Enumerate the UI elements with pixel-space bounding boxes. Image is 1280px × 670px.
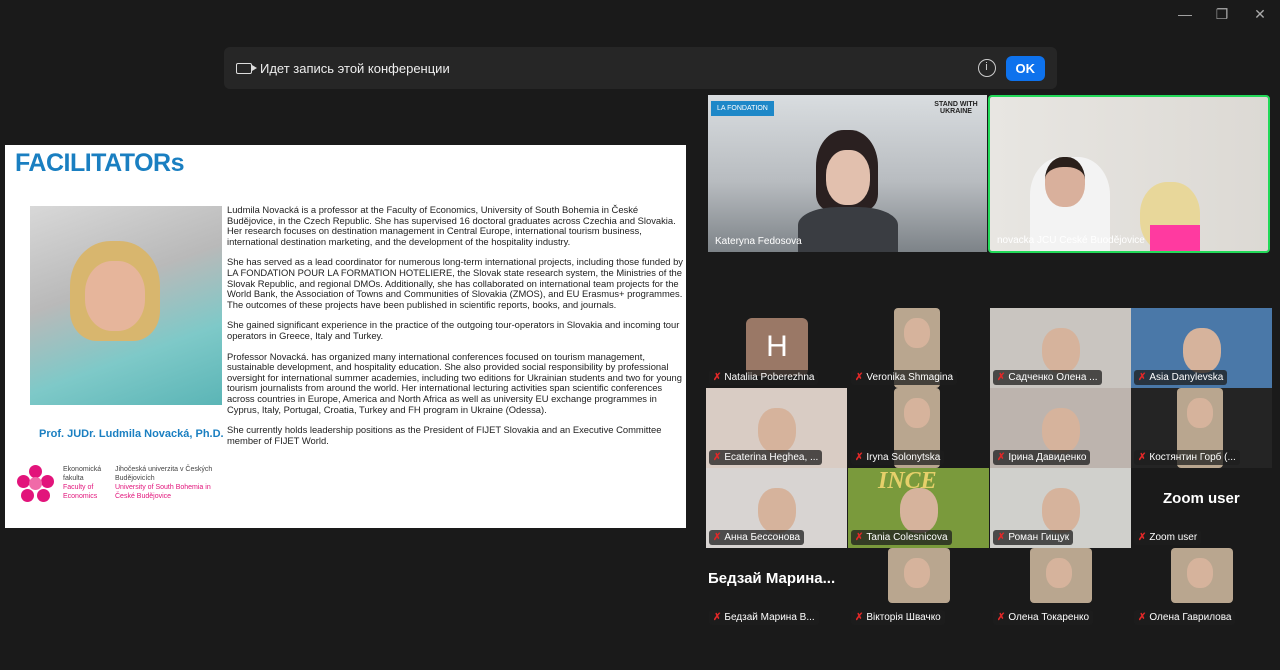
participant-name-label: ✗ Анна Бессонова <box>709 530 805 545</box>
muted-mic-icon: ✗ <box>713 372 722 383</box>
participant-name: Вікторія Швачко <box>866 612 941 623</box>
participant-tile[interactable]: ✗ Садченко Олена ... <box>990 308 1131 388</box>
participant-name-label: ✗ Вікторія Швачко <box>851 610 945 625</box>
participant-name-label: ✗ Iryna Solonytska <box>851 450 945 465</box>
participant-name-label: ✗ Олена Гаврилова <box>1134 610 1236 625</box>
participant-name: Iryna Solonytska <box>866 452 941 463</box>
muted-mic-icon: ✗ <box>997 612 1006 623</box>
avatar: H <box>746 318 808 376</box>
restore-button[interactable]: ❐ <box>1212 6 1232 23</box>
participant-name-label: ✗ Asia Danylevska <box>1134 370 1228 385</box>
logo-faculty-cz: Ekonomická fakulta <box>63 466 102 482</box>
muted-mic-icon: ✗ <box>997 452 1006 463</box>
participant-tile[interactable]: ✗ Iryna Solonytska <box>848 388 989 468</box>
muted-mic-icon: ✗ <box>855 372 864 383</box>
participant-name: Костянтин Горб (... <box>1149 452 1236 463</box>
bio-paragraph: She gained significant experience in the… <box>227 319 680 341</box>
participant-name-label: ✗ Ірина Давиденко <box>993 450 1091 465</box>
participant-name: Роман Гищук <box>1008 532 1070 543</box>
participant-tile[interactable]: Zoom user ✗ Zoom user <box>1131 468 1272 548</box>
logo-uni-en: University of South Bohemia in České Bud… <box>115 484 211 500</box>
muted-mic-icon: ✗ <box>855 532 864 543</box>
stand-with-ukraine-badge: STAND WITH UKRAINE <box>934 101 978 115</box>
muted-mic-icon: ✗ <box>997 372 1006 383</box>
participant-name: Ірина Давиденко <box>1008 452 1087 463</box>
participant-name-label: novacka JCU Ceské Buodějovice <box>993 233 1149 248</box>
logo-faculty-en: Faculty of Economics <box>63 484 98 500</box>
participant-tile[interactable]: ✗ Asia Danylevska <box>1131 308 1272 388</box>
participant-name: Tania Colesnicova <box>866 532 948 543</box>
slide-title: FACILITATORs <box>15 149 185 177</box>
participant-name: Бедзай Марина В... <box>724 612 815 623</box>
participant-name-label: Kateryna Fedosova <box>711 234 806 249</box>
muted-mic-icon: ✗ <box>1138 612 1147 623</box>
muted-mic-icon: ✗ <box>855 452 864 463</box>
recording-camera-icon <box>236 62 257 74</box>
participant-name: Олена Токаренко <box>1008 612 1090 623</box>
participant-name-label: ✗ Veronika Shmagina <box>851 370 958 385</box>
participant-name-label: ✗ Nataliia Poberezhna <box>709 370 819 385</box>
participant-tile[interactable]: ✗ Костянтин Горб (... <box>1131 388 1272 468</box>
participant-name: Олена Гаврилова <box>1149 612 1232 623</box>
university-logo: Ekonomická fakulta Faculty of Economics J… <box>17 465 213 503</box>
participant-name-label: ✗ Костянтин Горб (... <box>1134 450 1240 465</box>
participant-name-label: ✗ Олена Токаренко <box>993 610 1094 625</box>
bio-paragraph: She currently holds leadership positions… <box>227 424 662 446</box>
participant-tile[interactable]: ✗ Анна Бессонова <box>706 468 847 548</box>
muted-mic-icon: ✗ <box>713 452 722 463</box>
close-button[interactable]: ✕ <box>1250 6 1270 23</box>
participant-name: Veronika Shmagina <box>866 372 954 383</box>
muted-mic-icon: ✗ <box>1138 452 1147 463</box>
participant-tile[interactable]: INCE ✗ Tania Colesnicova <box>848 468 989 548</box>
flower-logo-icon <box>17 465 55 503</box>
participant-name: Nataliia Poberezhna <box>724 372 815 383</box>
participant-name-label: ✗ Ecaterina Heghea, ... <box>709 450 823 465</box>
participant-tile[interactable]: ✗ Роман Гищук <box>990 468 1131 548</box>
participant-tile[interactable]: ✗ Олена Гаврилова <box>1131 548 1272 628</box>
participant-tile[interactable]: ✗ Ірина Давиденко <box>990 388 1131 468</box>
logo-uni-cz: Jihočeská univerzita v Českých Budějovic… <box>115 466 213 482</box>
participant-name: Анна Бессонова <box>724 532 801 543</box>
facilitator-caption: Prof. JUDr. Ludmila Novacká, Ph.D. <box>39 428 224 440</box>
participant-name: novacka JCU Ceské Buodějovice <box>997 235 1145 246</box>
participant-display-name: Бедзай Марина... <box>708 570 836 587</box>
participant-name-label: ✗ Бедзай Марина В... <box>709 610 819 625</box>
muted-mic-icon: ✗ <box>997 532 1006 543</box>
participant-name: Ecaterina Heghea, ... <box>724 452 819 463</box>
muted-mic-icon: ✗ <box>1138 532 1147 543</box>
facilitator-bio: Ludmila Novacká is a professor at the Fa… <box>227 204 685 456</box>
info-icon[interactable]: i <box>977 59 996 77</box>
muted-mic-icon: ✗ <box>713 532 722 543</box>
participant-name: Садченко Олена ... <box>1008 372 1098 383</box>
ok-button[interactable]: OK <box>1005 55 1045 81</box>
participant-name-label: ✗ Tania Colesnicova <box>851 530 952 545</box>
participant-display-name: Zoom user <box>1163 490 1240 507</box>
muted-mic-icon: ✗ <box>855 612 864 623</box>
participant-name: Asia Danylevska <box>1149 372 1224 383</box>
participant-name: Zoom user <box>1149 532 1198 543</box>
bio-paragraph: She has served as a lead coordinator for… <box>227 256 683 310</box>
facilitator-photo <box>30 206 222 405</box>
shared-slide: FACILITATORs Prof. JUDr. Ludmila Novacká… <box>5 145 686 528</box>
participant-name: Kateryna Fedosova <box>715 236 802 247</box>
muted-mic-icon: ✗ <box>1138 372 1147 383</box>
participant-tile[interactable]: Бедзай Марина... ✗ Бедзай Марина В... <box>706 548 847 628</box>
participant-tile[interactable]: ✗ Вікторія Швачко <box>848 548 989 628</box>
recording-banner: Идет запись этой конференции i OK <box>224 47 1057 89</box>
participant-tile[interactable]: ✗ Олена Токаренко <box>990 548 1131 628</box>
muted-mic-icon: ✗ <box>713 612 722 623</box>
recording-text: Идет запись этой конференции <box>260 60 450 76</box>
participant-tile[interactable]: H ✗ Nataliia Poberezhna <box>706 308 847 388</box>
participant-tile[interactable]: ✗ Ecaterina Heghea, ... <box>706 388 847 468</box>
participant-name-label: ✗ Роман Гищук <box>993 530 1074 545</box>
fondation-logo: LA FONDATION <box>711 101 774 116</box>
bio-paragraph: Ludmila Novacká is a professor at the Fa… <box>227 204 676 247</box>
bio-paragraph: Professor Novacká. has organized many in… <box>227 350 682 415</box>
participant-tile[interactable]: ✗ Veronika Shmagina <box>848 308 989 388</box>
video-tile-active-speaker[interactable]: novacka JCU Ceské Buodějovice <box>988 95 1270 253</box>
video-tile[interactable]: LA FONDATION STAND WITH UKRAINE Kateryna… <box>708 95 987 252</box>
participant-name-label: ✗ Садченко Олена ... <box>993 370 1102 385</box>
minimize-button[interactable]: — <box>1175 6 1195 22</box>
participant-name-label: ✗ Zoom user <box>1134 530 1202 545</box>
